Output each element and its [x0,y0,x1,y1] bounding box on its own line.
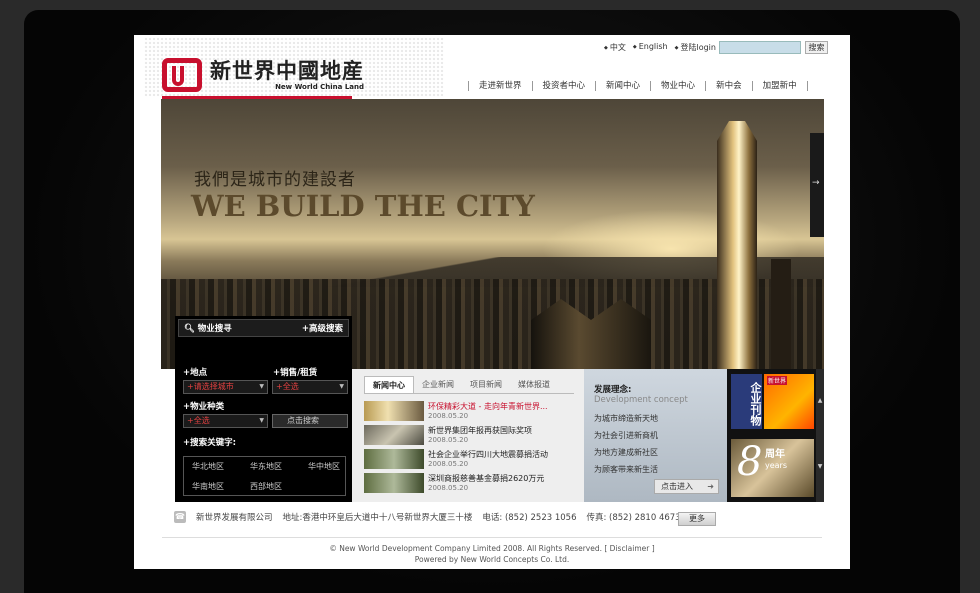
news-item[interactable]: 环保精彩大道 - 走向年青新世界... 2008.05.20 [364,401,576,423]
news-title[interactable]: 深圳商报慈善基金募捐2620万元 [428,473,544,484]
region-south[interactable]: 华南地区 [192,481,250,495]
property-search-header: 🔍︎ 物业搜寻 +高级搜索 [178,319,349,337]
footer-copyright: © New World Development Company Limited … [134,543,850,565]
logo[interactable]: 新世界中國地産 New World China Land [162,55,364,95]
magazine-tag: 新世界 [767,376,788,385]
property-search-title: 物业搜寻 [197,324,232,334]
company-address: 地址:香港中环皇后大道中十八号新世界大厦三十楼 [282,513,473,523]
news-item[interactable]: 深圳商报慈善基金募捐2620万元 2008.05.20 [364,473,576,495]
company-fax: 传真: (852) 2810 4673 [586,513,681,523]
region-central[interactable]: 华中地区 [308,461,353,475]
anniversary-text: 周年 [765,449,785,460]
logo-cn-text: 新世界中國地産 [210,59,364,83]
tab-media-reports[interactable]: 媒体报道 [510,376,558,394]
sale-label: +销售/租赁 [273,368,318,378]
arrow-right-icon: → [812,178,820,188]
magazine-cover-image[interactable]: 新世界 [764,374,814,429]
anniversary-en: years [765,461,788,470]
link-login[interactable]: 登陆login [675,42,716,53]
keyword-label: +搜索关键字: [183,438,237,448]
region-east[interactable]: 华东地区 [250,461,308,475]
concept-line: 为社会引进新商机 [594,431,658,440]
link-english[interactable]: English [633,42,668,53]
scroll-up-icon[interactable]: ▲ [816,397,824,404]
side-expand-tab[interactable]: → [810,133,824,237]
news-title[interactable]: 社会企业举行四川大地震募捐活动 [428,449,548,460]
top-links: 中文 English 登陆login [604,42,716,53]
phone-icon: ☎ [174,511,186,523]
nav-news[interactable]: 新闻中心 [595,81,650,91]
skyscraper-image [717,121,757,369]
advanced-search-link[interactable]: +高级搜索 [302,322,343,334]
nav-investors[interactable]: 投资者中心 [531,81,596,91]
search-icon: 🔍︎ [184,324,198,334]
concept-line: 为地方建成新社区 [594,448,658,457]
page: 新世界中國地産 New World China Land 中文 English … [134,35,850,569]
news-item[interactable]: 新世界集团年报再获国际奖项 2008.05.20 [364,425,576,447]
more-button[interactable]: 更多 [678,512,716,526]
promo-scrollbar[interactable]: ▲ ▼ [816,369,824,502]
search-button[interactable]: 搜索 [805,41,828,54]
concept-line: 为顾客带来新生活 [594,465,658,474]
anniversary-banner[interactable]: 8 周年 years [731,439,814,497]
nav-join[interactable]: 加盟新中 [751,81,808,91]
news-panel: 新闻中心 企业新闻 项目新闻 媒体报道 环保精彩大道 - 走向年青新世界... … [352,369,584,502]
news-thumbnail [364,401,424,421]
news-tabs: 新闻中心 企业新闻 项目新闻 媒体报道 [364,376,558,394]
region-west[interactable]: 西部地区 [250,481,308,495]
news-date: 2008.05.20 [428,484,469,492]
region-north[interactable]: 华北地区 [192,461,250,475]
nav-property[interactable]: 物业中心 [650,81,705,91]
search-input[interactable] [719,41,801,54]
tab-project-news[interactable]: 项目新闻 [462,376,510,394]
concept-subtitle: Development concept [594,395,688,405]
tab-corporate-news[interactable]: 企业新闻 [414,376,462,394]
company-phone: 电话: (852) 2523 1056 [482,513,577,523]
tab-news-center[interactable]: 新闻中心 [364,376,414,394]
scroll-down-icon[interactable]: ▼ [816,463,824,470]
news-date: 2008.05.20 [428,460,469,468]
hero-title: WE BUILD THE CITY [191,189,535,223]
copyright-text: © New World Development Company Limited … [329,544,655,553]
logo-icon [162,58,202,92]
footer-divider [162,537,822,538]
news-thumbnail [364,449,424,469]
company-name: 新世界发展有限公司 [196,513,273,523]
powered-by-text: Powered by New World Concepts Co. Ltd. [414,555,570,564]
link-chinese[interactable]: 中文 [604,42,626,53]
type-select[interactable]: +全选 [183,414,268,428]
sale-select[interactable]: +全选 [272,380,348,394]
concept-title: 发展理念: [594,385,632,395]
news-title[interactable]: 环保精彩大道 - 走向年青新世界... [428,401,548,412]
news-thumbnail [364,425,424,445]
location-select[interactable]: +请选择城市 [183,380,268,394]
news-thumbnail [364,473,424,493]
region-list: 华北地区 华东地区 华中地区 华南地区 西部地区 [183,456,346,496]
nav-club[interactable]: 新中会 [705,81,752,91]
hero-tagline: 我們是城市的建設者 [194,170,356,190]
nav-about[interactable]: 走进新世界 [468,81,532,91]
location-label: +地点 [183,368,208,378]
logo-en-text: New World China Land [275,83,364,91]
news-date: 2008.05.20 [428,436,469,444]
type-label: +物业种类 [183,402,225,412]
development-concept-panel: 发展理念: Development concept 为城市缔造新天地 为社会引进… [584,369,727,502]
corporate-publication-banner[interactable]: 企业刊物 [731,374,762,429]
main-nav: 走进新世界 投资者中心 新闻中心 物业中心 新中会 加盟新中 [468,81,808,91]
news-date: 2008.05.20 [428,412,469,420]
contact-bar: ☎ 新世界发展有限公司 地址:香港中环皇后大道中十八号新世界大厦三十楼 电话: … [174,511,681,523]
property-search-panel: 🔍︎ 物业搜寻 +高级搜索 +地点 +请选择城市 +销售/租赁 +全选 +物业种… [175,316,352,502]
news-item[interactable]: 社会企业举行四川大地震募捐活动 2008.05.20 [364,449,576,471]
promo-panel: 企业刊物 新世界 8 周年 years ▲ ▼ [727,369,824,502]
concept-line: 为城市缔造新天地 [594,414,658,423]
news-title[interactable]: 新世界集团年报再获国际奖项 [428,425,532,436]
anniversary-number: 8 [737,439,763,485]
enter-button[interactable]: 点击进入 [654,479,719,494]
search-submit-button[interactable]: 点击搜索 [272,414,348,428]
